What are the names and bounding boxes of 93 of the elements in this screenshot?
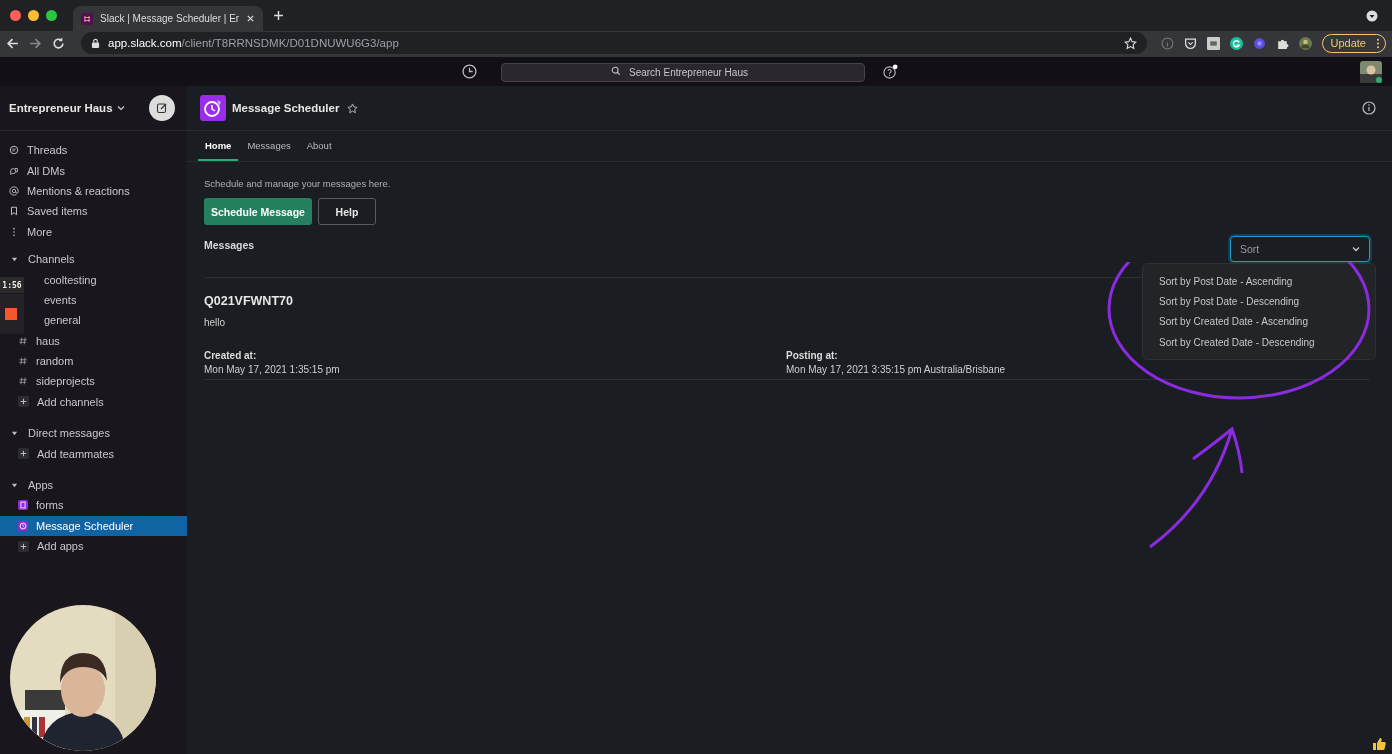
section-header[interactable]: Apps [0,474,187,496]
workspace-name[interactable]: Entrepreneur Haus [9,102,113,114]
chevron-down-icon [1351,244,1361,254]
url-text: app.slack.com/client/T8RRNSDMK/D01DNUWU6G3/app [108,37,399,49]
window-close-button[interactable] [10,10,21,21]
field-label: Created at: [204,350,258,361]
menu-option[interactable]: Sort by Created Date - Ascending [1143,311,1375,332]
search-icon [611,66,621,76]
thumbs-up-icon[interactable] [1372,737,1386,751]
search-field[interactable]: Search Entrepreneur Haus [501,63,865,82]
hash-icon [18,376,28,387]
caret-icon [11,481,18,489]
help-button[interactable]: Help [317,198,376,225]
app-favicon [81,12,93,25]
sidebar-item[interactable]: Saved items [0,201,187,222]
history-icon[interactable] [462,64,477,79]
chat-bubbles-icon [9,165,19,176]
window-minimize-button[interactable] [28,10,39,21]
compose-button[interactable] [149,95,175,121]
intro-text: Schedule and manage your messages here. [204,178,392,189]
sidebar-item[interactable]: Add channels [0,391,187,413]
sidebar-item[interactable]: general [26,310,187,331]
field-value: Mon May 17, 2021 3:35:15 pm Australia/Brisbane [786,364,1007,375]
clock-app-icon [200,95,226,121]
sort-dropdown[interactable]: Sort [1230,236,1370,262]
menu-option[interactable]: Sort by Created Date - Descending [1143,331,1375,353]
reload-icon[interactable] [52,36,65,50]
compose-icon [156,102,168,114]
messages-heading: Messages [204,239,255,251]
tab[interactable]: Home [198,131,239,161]
clock-app-icon [18,520,28,531]
help-icon[interactable] [883,64,898,79]
profile-avatar[interactable] [1298,36,1312,50]
section-header[interactable]: Channels [0,248,187,270]
sidebar-item[interactable]: events [26,289,187,311]
close-icon[interactable] [246,14,256,23]
caret-icon [11,429,18,437]
back-icon[interactable] [6,36,19,50]
extension-icon[interactable] [1206,36,1220,50]
sidebar-item[interactable]: All DMs [0,160,187,181]
section-label: Apps [28,479,54,492]
bookmark-icon [9,206,19,217]
hash-icon [18,356,28,367]
sidebar-item[interactable]: Add teammates [0,443,187,464]
browser-tab[interactable]: Slack | Message Scheduler | Er [73,6,264,31]
menu-option[interactable]: Sort by Post Date - Ascending [1143,271,1375,292]
sidebar-item[interactable]: Mentions & reactions [0,180,187,202]
plus-icon [18,540,29,552]
message-text: hello [204,317,226,328]
sidebar-item[interactable]: random [0,350,187,372]
tab-search-icon[interactable] [1366,9,1378,22]
sidebar-item[interactable]: forms [0,495,187,516]
info-icon[interactable] [1362,101,1376,115]
sidebar-item[interactable]: Message Scheduler [0,515,187,537]
user-avatar[interactable] [1360,60,1382,83]
video-timer: 1:56 [0,277,24,293]
app-title: Message Scheduler [232,102,340,114]
address-bar[interactable]: app.slack.com/client/T8RRNSDMK/D01DNUWU6G3/app [81,32,1147,54]
window-zoom-button[interactable] [46,10,57,21]
new-tab-icon[interactable] [273,10,285,21]
stop-icon[interactable] [0,294,24,334]
tab[interactable]: Messages [240,131,298,161]
section-label: Direct messages [28,427,110,440]
menu-option[interactable]: Sort by Post Date - Descending [1143,291,1375,312]
tab[interactable]: About [299,131,339,161]
section-header[interactable]: Direct messages [0,423,187,444]
plus-icon [18,396,29,408]
caret-icon [11,255,18,263]
plus-icon [18,448,29,460]
star-icon[interactable] [1123,36,1137,50]
forward-icon[interactable] [29,36,42,50]
sidebar-item[interactable]: haus [0,330,187,351]
sidebar-item[interactable]: Add apps [0,536,187,557]
schedule-button[interactable]: Schedule Message [204,198,312,225]
chevron-down-icon[interactable] [116,104,125,112]
extension-icon[interactable] [1229,36,1243,50]
sidebar-item[interactable]: Threads [0,140,187,161]
form-app-icon [18,500,28,511]
field-value: Mon May 17, 2021 1:35:15 pm [204,364,341,375]
update-button[interactable]: Update [1321,33,1386,53]
at-sign-icon [9,185,19,196]
section-label: Channels [28,253,75,266]
sidebar-item[interactable]: cooltesting [26,269,187,290]
sidebar-item[interactable]: sideprojects [0,371,187,392]
sidebar-item[interactable]: More [0,221,187,242]
lock-icon [91,37,100,49]
pocket-icon[interactable] [1183,36,1197,50]
message-id: Q021VFWNT70 [204,294,293,308]
hash-icon [18,335,28,346]
threads-icon [9,145,19,156]
star-icon[interactable] [347,102,359,114]
field-label: Posting at: [786,350,839,361]
menu-dots-icon [1376,37,1380,49]
